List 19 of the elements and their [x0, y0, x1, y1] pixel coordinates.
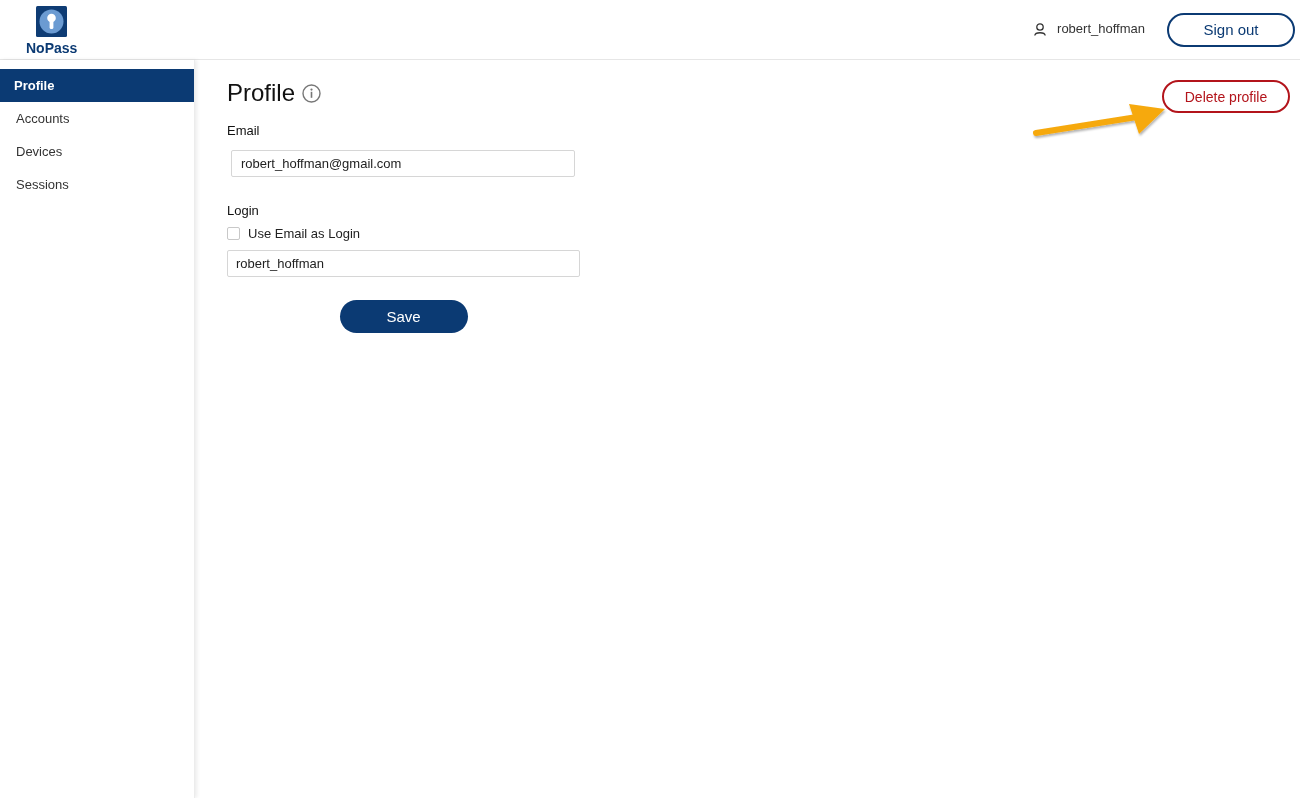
field-label: Email: [227, 123, 261, 138]
keyhole-logo-icon: [36, 5, 68, 37]
checkbox-label: Use Email as Login: [248, 226, 360, 241]
sidebar-item[interactable]: Devices: [0, 135, 194, 168]
username: robert_hoffman: [1057, 20, 1145, 36]
field-label: Login: [227, 203, 260, 218]
email-field[interactable]: robert_hoffman@gmail.com: [231, 150, 575, 177]
page-title: Profile: [227, 78, 296, 108]
sidebar-item[interactable]: Accounts: [0, 102, 194, 135]
sign-out-button[interactable]: Sign out: [1167, 12, 1295, 47]
user-icon: [1034, 23, 1047, 36]
checkbox[interactable]: [227, 227, 240, 240]
delete-profile-button[interactable]: Delete profile: [1162, 80, 1290, 113]
info-icon[interactable]: [302, 83, 322, 103]
sidebar-item[interactable]: Sessions: [0, 168, 194, 201]
sidebar-item[interactable]: Profile: [0, 69, 194, 102]
save-button[interactable]: Save: [339, 300, 468, 333]
logo-text: NoPass: [26, 39, 78, 56]
login-field[interactable]: robert_hoffman: [227, 250, 580, 277]
